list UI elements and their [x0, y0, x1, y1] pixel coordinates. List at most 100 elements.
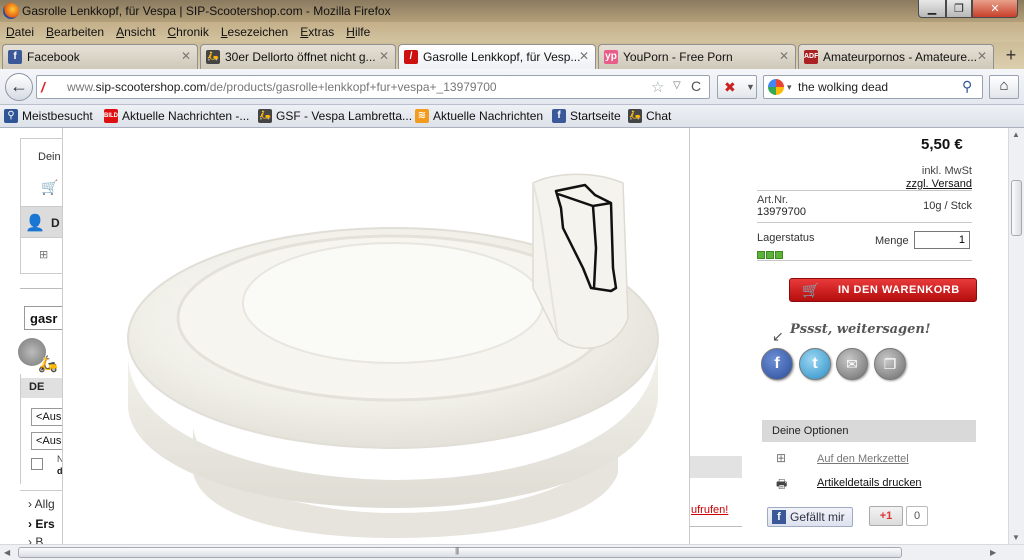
add-user-icon: 👤	[25, 215, 45, 232]
search-input[interactable]	[798, 78, 958, 96]
bookmark-label: Meistbesucht	[22, 109, 93, 123]
bookmark-star-icon[interactable]: ☆	[651, 78, 664, 96]
bookmark-label: Aktuelle Nachrichten	[433, 109, 544, 123]
browser-tab[interactable]: 🛵 30er Dellorto öffnet nicht g... ✕	[200, 44, 396, 69]
menu-item-chronik[interactable]: Chronik	[167, 25, 208, 39]
horizontal-scrollbar[interactable]: ◀ ||| ▶	[0, 544, 1024, 560]
vat-note: inkl. MwSt	[921, 165, 972, 177]
filter-checkbox[interactable]	[31, 458, 43, 470]
add-to-cart-button[interactable]: 🛒 IN DEN WARENKORB	[789, 278, 977, 302]
add-to-wishlist-link[interactable]: Auf den Merkzettel	[817, 453, 909, 465]
vertical-scroll-thumb[interactable]	[1011, 180, 1022, 236]
options-title: Deine Optionen	[772, 425, 849, 437]
firefox-logo-icon	[3, 3, 19, 19]
facebook-share-icon[interactable]: f	[761, 348, 793, 380]
bookmark-item[interactable]: ≋ Aktuelle Nachrichten	[415, 109, 543, 123]
scooter-icon: 🛵	[38, 356, 58, 373]
quantity-input[interactable]	[914, 231, 970, 249]
menu-item-datei[interactable]: Datei	[6, 25, 34, 39]
menu-item-ansicht[interactable]: Ansicht	[116, 25, 155, 39]
window-titlebar: Gasrolle Lenkkopf, für Vespa | SIP-Scoot…	[0, 0, 1024, 22]
print-icon[interactable]: 🖶	[776, 475, 787, 496]
bookmark-item[interactable]: ⚲ Meistbesucht	[4, 109, 93, 123]
tab-bar: f Facebook ✕ 🛵 30er Dellorto öffnet nicht g.…	[0, 42, 1024, 70]
tab-label: Gasrolle Lenkkopf, für Vesp...	[423, 50, 581, 64]
url-history-dropdown-icon[interactable]: ▽	[673, 80, 681, 91]
close-tab-icon[interactable]: ✕	[181, 49, 191, 63]
close-tab-icon[interactable]: ✕	[779, 49, 789, 63]
browser-tab[interactable]: yp YouPorn - Free Porn ✕	[598, 44, 796, 69]
search-engine-dropdown-icon[interactable]: ▾	[787, 82, 792, 93]
url-bar[interactable]: / www.sip-scootershop.com/de/products/ga…	[36, 75, 710, 99]
facebook-icon: f	[772, 510, 786, 524]
bookmark-item[interactable]: 🛵 GSF - Vespa Lambretta...	[258, 109, 412, 123]
unit-weight: 10g / Stck	[923, 200, 972, 212]
maximize-button[interactable]: ❐	[946, 0, 972, 18]
shop-search-value: gasr	[30, 311, 58, 326]
close-tab-icon[interactable]: ✕	[379, 49, 389, 63]
navigation-toolbar: ← / www.sip-scootershop.com/de/products/…	[0, 69, 1024, 105]
back-button[interactable]: ←	[5, 73, 33, 101]
cart-plus-icon: 🛒	[802, 282, 820, 298]
google-icon[interactable]	[768, 79, 784, 95]
category-item[interactable]: › B	[28, 535, 43, 544]
close-tab-icon[interactable]: ✕	[977, 49, 987, 63]
product-image-lightbox[interactable]	[62, 128, 690, 544]
vertical-scrollbar[interactable]: ▲ ▼	[1008, 128, 1024, 544]
bookmark-label: GSF - Vespa Lambretta...	[276, 109, 413, 123]
close-window-button[interactable]: ✕	[972, 0, 1018, 18]
scroll-down-icon[interactable]: ▼	[1012, 533, 1020, 542]
page-content: Dein 🛒 👤 D ⊞ gasr 🛵 DE <Aus <Aus N d › A…	[0, 128, 1008, 544]
menu-item-lesezeichen[interactable]: Lesezeichen	[221, 25, 288, 39]
wishlist-add-icon[interactable]: ⊞	[776, 451, 786, 465]
new-tab-button[interactable]: +	[1000, 46, 1022, 66]
vespa-logo[interactable]: 🛵	[18, 336, 68, 373]
email-share-icon[interactable]: ✉	[836, 348, 868, 380]
home-button[interactable]: ⌂	[989, 75, 1019, 99]
left-cart-label: Dein	[38, 151, 61, 163]
print-details-link[interactable]: Artikeldetails drucken	[817, 477, 922, 489]
bookmark-label: Chat	[646, 109, 672, 123]
google-plus-button[interactable]: +1	[869, 506, 903, 526]
bookmark-icon: ⚲	[4, 109, 18, 123]
minimize-button[interactable]: ▁	[918, 0, 946, 18]
browser-tab[interactable]: f Facebook ✕	[2, 44, 198, 69]
facebook-like-button[interactable]: f Gefällt mir	[767, 507, 853, 527]
close-tab-icon[interactable]: ✕	[579, 49, 589, 63]
scroll-right-icon[interactable]: ▶	[990, 548, 996, 557]
category-item[interactable]: › Ers	[28, 517, 55, 531]
browser-tab[interactable]: / Gasrolle Lenkkopf, für Vesp... ✕	[398, 44, 596, 70]
tab-label: Facebook	[27, 50, 80, 64]
search-icon[interactable]: ⚲	[962, 78, 972, 95]
search-bar[interactable]: ▾ ⚲	[763, 75, 983, 99]
twitter-share-icon[interactable]: t	[799, 348, 831, 380]
bookmark-item[interactable]: 🛵 Chat	[628, 109, 671, 123]
shipping-link[interactable]: zzgl. Versand	[906, 178, 972, 190]
url-text[interactable]: www.sip-scootershop.com/de/products/gasr…	[67, 80, 497, 94]
bookmark-item[interactable]: f Startseite	[552, 109, 621, 123]
tab-favicon-icon: ADF	[804, 50, 818, 64]
browser-tab[interactable]: ADF Amateurpornos - Amateure... ✕	[798, 44, 994, 69]
copy-link-icon[interactable]: ❐	[874, 348, 906, 380]
divider	[757, 260, 972, 261]
menu-item-hilfe[interactable]: Hilfe	[346, 25, 370, 39]
menu-item-bearbeiten[interactable]: Bearbeiten	[46, 25, 104, 39]
scroll-left-icon[interactable]: ◀	[4, 548, 10, 557]
bookmark-icon: 🛵	[628, 109, 642, 123]
tab-label: Amateurpornos - Amateure...	[823, 50, 978, 64]
stock-dot	[775, 251, 783, 259]
reload-icon[interactable]: C	[691, 78, 701, 94]
category-item[interactable]: › Allg	[28, 497, 55, 511]
window-title: Gasrolle Lenkkopf, für Vespa | SIP-Scoot…	[22, 4, 391, 18]
addon-button[interactable]: ✖ ▼	[717, 75, 757, 99]
plus-icon: ⊞	[39, 249, 49, 261]
bookmark-item[interactable]: BILD Aktuelle Nachrichten -...	[104, 109, 249, 123]
call-link[interactable]: ufrufen!	[691, 504, 728, 516]
horizontal-scroll-thumb[interactable]	[18, 547, 902, 558]
menu-item-extras[interactable]: Extras	[300, 25, 334, 39]
scroll-up-icon[interactable]: ▲	[1012, 130, 1020, 139]
stock-dot	[757, 251, 765, 259]
cart-icon[interactable]: 🛒	[41, 179, 58, 196]
bookmarks-toolbar: ⚲ Meistbesucht BILD Aktuelle Nachrichten -.…	[0, 105, 1024, 128]
tab-favicon-icon: yp	[604, 50, 618, 64]
